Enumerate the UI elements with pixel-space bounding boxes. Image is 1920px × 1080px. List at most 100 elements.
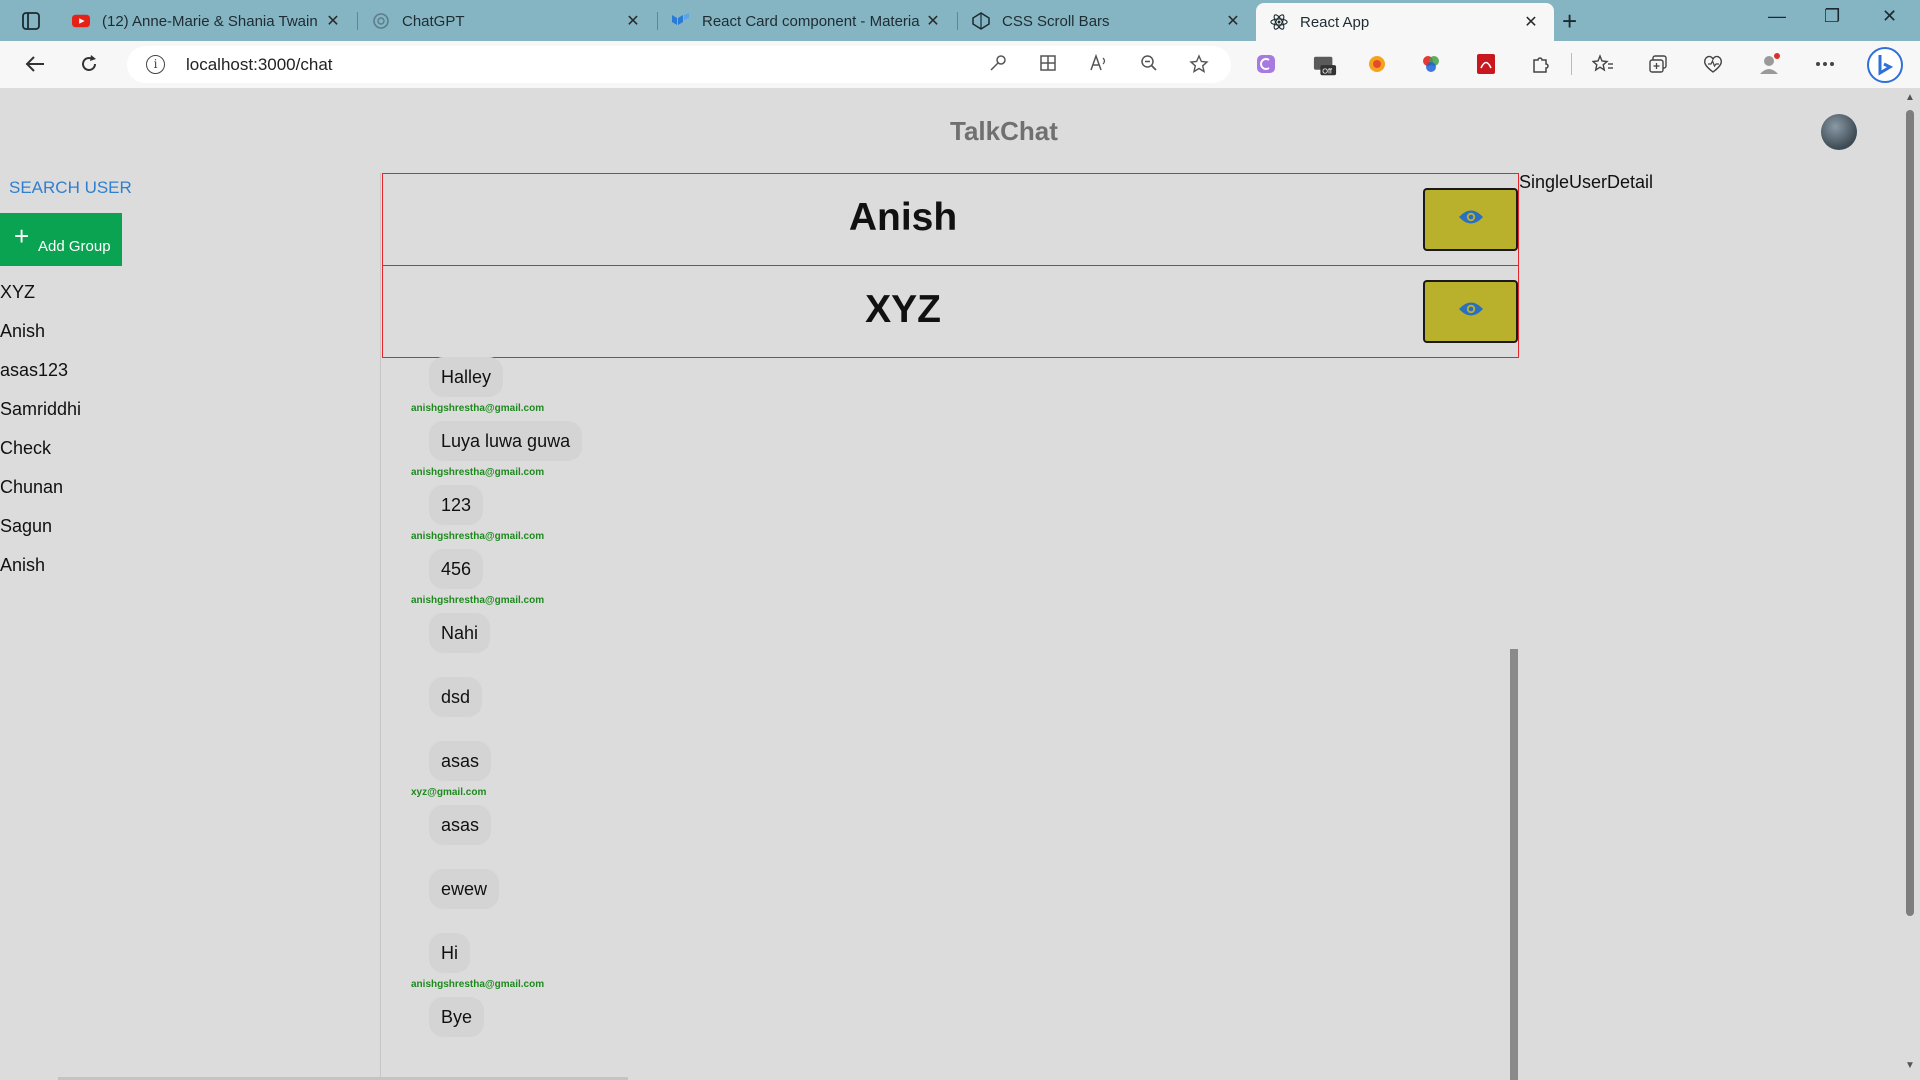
url-text[interactable]: localhost:3000/chat bbox=[186, 55, 333, 75]
user-list-item[interactable]: Samriddhi bbox=[0, 398, 81, 437]
tab-actions-icon[interactable] bbox=[14, 8, 48, 34]
profile-icon[interactable] bbox=[1757, 52, 1781, 76]
app-available-icon[interactable] bbox=[1037, 54, 1059, 76]
add-group-label: Add Group bbox=[38, 238, 111, 255]
scroll-up-arrow-icon[interactable]: ▲ bbox=[1905, 92, 1915, 103]
message-item: Luya luwa guwa anishgshrestha@gmail.com bbox=[381, 421, 1501, 485]
more-options-icon[interactable] bbox=[1813, 52, 1837, 76]
close-tab-icon[interactable]: ✕ bbox=[1520, 12, 1542, 32]
color-picker-extension-icon[interactable] bbox=[1419, 52, 1443, 76]
message-list: Halley anishgshrestha@gmail.com Luya luw… bbox=[381, 357, 1501, 1061]
window-close-button[interactable]: ✕ bbox=[1882, 6, 1897, 27]
scroll-down-arrow-icon[interactable]: ▼ bbox=[1905, 1060, 1915, 1071]
message-item: 456 anishgshrestha@gmail.com bbox=[381, 549, 1501, 613]
toolbar-divider bbox=[1571, 53, 1572, 75]
close-tab-icon[interactable]: ✕ bbox=[322, 11, 344, 31]
view-profile-button[interactable] bbox=[1423, 280, 1518, 343]
back-button[interactable] bbox=[20, 49, 50, 79]
browser-tab-codepen[interactable]: CSS Scroll Bars ✕ bbox=[958, 5, 1256, 37]
chat-header-name: Anish bbox=[848, 196, 958, 239]
message-item: Hi anishgshrestha@gmail.com bbox=[381, 933, 1501, 997]
extensions-puzzle-icon[interactable] bbox=[1529, 52, 1553, 76]
browser-tab-youtube[interactable]: (12) Anne-Marie & Shania Twain ✕ bbox=[58, 5, 356, 37]
user-list-item[interactable]: asas123 bbox=[0, 359, 81, 398]
close-tab-icon[interactable]: ✕ bbox=[922, 11, 944, 31]
chat-scrollbar-thumb[interactable] bbox=[1510, 649, 1518, 1080]
react-icon bbox=[1270, 13, 1288, 31]
collections-icon[interactable] bbox=[1646, 52, 1670, 76]
message-item: asas bbox=[381, 805, 1501, 869]
message-item: ewew bbox=[381, 869, 1501, 933]
favorites-icon[interactable] bbox=[1591, 52, 1615, 76]
message-bubble: Luya luwa guwa bbox=[429, 421, 583, 461]
user-list-item[interactable]: Chunan bbox=[0, 476, 81, 515]
browser-tab-chatgpt[interactable]: ChatGPT ✕ bbox=[358, 5, 656, 37]
copilot-extension-icon[interactable] bbox=[1254, 52, 1278, 76]
user-list-item[interactable]: Check bbox=[0, 437, 81, 476]
honey-extension-icon[interactable] bbox=[1365, 52, 1389, 76]
message-bubble: 456 bbox=[429, 549, 484, 589]
page-content: TalkChat SEARCH USER + Add Group XYZ Ani… bbox=[0, 88, 1920, 1080]
favorite-star-icon[interactable] bbox=[1188, 54, 1210, 76]
message-bubble: Hi bbox=[429, 933, 470, 973]
off-toggle-extension-icon[interactable]: Off bbox=[1313, 54, 1337, 78]
browser-tab-react-app[interactable]: React App ✕ bbox=[1256, 3, 1554, 41]
message-bubble: ewew bbox=[429, 869, 500, 909]
message-sender-email: anishgshrestha@gmail.com bbox=[411, 467, 545, 478]
new-tab-button[interactable]: + bbox=[1562, 6, 1577, 37]
message-sender-email: anishgshrestha@gmail.com bbox=[411, 403, 545, 414]
chat-header-card: XYZ bbox=[382, 265, 1519, 358]
user-list-item[interactable]: Anish bbox=[0, 554, 81, 593]
search-user-button[interactable]: SEARCH USER bbox=[9, 178, 132, 198]
key-icon[interactable] bbox=[987, 54, 1009, 76]
svg-text:Off: Off bbox=[1322, 66, 1333, 75]
tab-title: React Card component - Materia bbox=[702, 12, 920, 30]
page-scrollbar-thumb[interactable] bbox=[1906, 110, 1914, 916]
view-profile-button[interactable] bbox=[1423, 188, 1518, 251]
reload-button[interactable] bbox=[74, 49, 104, 79]
message-bubble: asas bbox=[429, 741, 492, 781]
site-info-icon[interactable]: i bbox=[146, 55, 165, 74]
user-list-item[interactable]: Anish bbox=[0, 320, 81, 359]
app-title: TalkChat bbox=[950, 116, 1058, 146]
zoom-out-icon[interactable] bbox=[1138, 54, 1160, 76]
single-user-detail-label: SingleUserDetail bbox=[1519, 172, 1654, 192]
message-item: Nahi bbox=[381, 613, 1501, 677]
message-bubble: Halley bbox=[429, 357, 504, 397]
message-bubble: Nahi bbox=[429, 613, 491, 653]
browser-tab-strip: (12) Anne-Marie & Shania Twain ✕ ChatGPT… bbox=[0, 0, 1920, 41]
message-bubble: Bye bbox=[429, 997, 485, 1037]
eye-icon bbox=[1458, 208, 1484, 231]
message-bubble: 123 bbox=[429, 485, 484, 525]
restore-button[interactable]: ❐ bbox=[1824, 6, 1840, 27]
bing-copilot-icon[interactable] bbox=[1866, 46, 1904, 84]
page-scrollbar[interactable]: ▲ ▼ bbox=[1900, 88, 1920, 1080]
youtube-icon bbox=[72, 12, 90, 30]
message-sender-email: anishgshrestha@gmail.com bbox=[411, 531, 545, 542]
message-item: Bye bbox=[381, 997, 1501, 1061]
read-aloud-icon[interactable] bbox=[1088, 53, 1110, 76]
user-list: XYZ Anish asas123 Samriddhi Check Chunan… bbox=[0, 281, 81, 593]
message-item: Halley anishgshrestha@gmail.com bbox=[381, 357, 1501, 421]
close-tab-icon[interactable]: ✕ bbox=[1222, 11, 1244, 31]
message-bubble: dsd bbox=[429, 677, 483, 717]
browser-toolbar: i localhost:3000/chat Off bbox=[0, 41, 1920, 88]
tab-title: (12) Anne-Marie & Shania Twain bbox=[102, 12, 318, 30]
browser-essentials-icon[interactable] bbox=[1701, 52, 1725, 76]
minimize-button[interactable]: — bbox=[1768, 6, 1786, 27]
pdf-extension-icon[interactable] bbox=[1474, 52, 1498, 76]
message-item: dsd bbox=[381, 677, 1501, 741]
address-bar[interactable]: i localhost:3000/chat bbox=[127, 46, 1231, 83]
browser-tab-mui[interactable]: React Card component - Materia ✕ bbox=[658, 5, 956, 37]
message-bubble: asas bbox=[429, 805, 492, 845]
message-item: asas xyz@gmail.com bbox=[381, 741, 1501, 805]
codepen-icon bbox=[972, 12, 990, 30]
message-sender-email: anishgshrestha@gmail.com bbox=[411, 979, 545, 990]
message-item: 123 anishgshrestha@gmail.com bbox=[381, 485, 1501, 549]
message-sender-email: anishgshrestha@gmail.com bbox=[411, 595, 545, 606]
close-tab-icon[interactable]: ✕ bbox=[622, 11, 644, 31]
user-avatar[interactable] bbox=[1821, 114, 1857, 150]
user-list-item[interactable]: Sagun bbox=[0, 515, 81, 554]
add-group-button[interactable]: + Add Group bbox=[0, 213, 122, 266]
user-list-item[interactable]: XYZ bbox=[0, 281, 81, 320]
